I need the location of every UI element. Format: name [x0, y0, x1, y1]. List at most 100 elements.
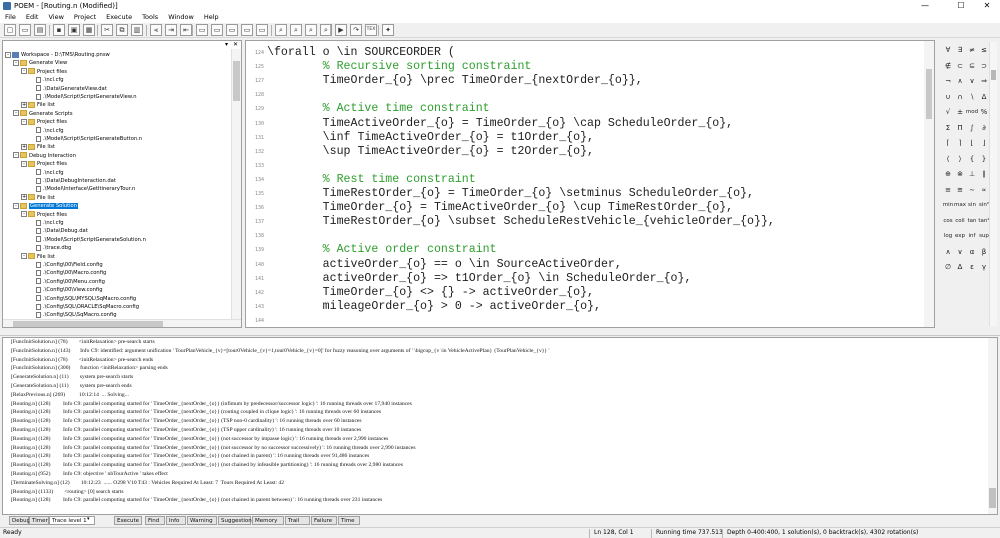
- code-line[interactable]: TimeOrder_{o} = TimeActiveOrder_{o} \cup…: [267, 201, 734, 214]
- menu-file[interactable]: File: [0, 12, 21, 23]
- tree-item[interactable]: .\ncl.cfg: [29, 127, 64, 135]
- tree-vertical-scrollbar[interactable]: [231, 49, 241, 319]
- tree-item[interactable]: .\Model\Script\ScriptGenerateView.n: [29, 93, 137, 101]
- code-line[interactable]: TimeActiveOrder_{o} = TimeOrder_{o} \cap…: [267, 117, 734, 130]
- output-tab-execute[interactable]: Execute: [114, 516, 142, 525]
- tree-item[interactable]: - Generate Scripts: [13, 110, 73, 118]
- run-icon[interactable]: ▶: [335, 24, 347, 36]
- copy-icon[interactable]: ⧉: [116, 24, 128, 36]
- scroll-thumb[interactable]: [13, 321, 163, 327]
- expand-icon[interactable]: +: [21, 194, 27, 201]
- tree-item[interactable]: .\trace.dbg: [29, 244, 71, 252]
- menu-view[interactable]: View: [43, 12, 68, 23]
- window-3-icon[interactable]: ▭: [226, 24, 238, 36]
- code-line[interactable]: \forall o \in SOURCEORDER (: [267, 46, 455, 59]
- step-icon[interactable]: ↷: [350, 24, 362, 36]
- output-tab-memory[interactable]: Memory: [252, 516, 284, 525]
- tree-item[interactable]: .\Data\DebugInteraction.dat: [29, 177, 116, 185]
- code-line[interactable]: TimeOrder_{o} \prec TimeOrder_{nextOrder…: [267, 74, 643, 87]
- collapse-icon[interactable]: -: [21, 253, 27, 260]
- tree-item[interactable]: - Debug Interaction: [13, 152, 76, 160]
- output-tab-info[interactable]: Info: [166, 516, 186, 525]
- tree-item[interactable]: - Project files: [21, 68, 67, 76]
- cut-icon[interactable]: ✂: [101, 24, 113, 36]
- scroll-thumb[interactable]: [989, 488, 996, 508]
- output-tab-find[interactable]: Find: [145, 516, 165, 525]
- code-comment-line[interactable]: % Recursive sorting constraint: [267, 60, 532, 73]
- align-left-icon[interactable]: ⫷: [150, 24, 162, 36]
- code-line[interactable]: TimeOrder_{o} <> {} -> activeOrder_{o},: [267, 286, 594, 299]
- menu-window[interactable]: Window: [163, 12, 199, 23]
- window-5-icon[interactable]: ▭: [256, 24, 268, 36]
- collapse-icon[interactable]: -: [13, 110, 19, 117]
- tree-close-icon[interactable]: ✕: [233, 41, 238, 48]
- code-line[interactable]: activeOrder_{o} => t1Order_{o} \in Sched…: [267, 272, 692, 285]
- console-scrollbar[interactable]: [988, 338, 997, 514]
- output-tab-debug[interactable]: Debug: [9, 516, 30, 525]
- window-1-icon[interactable]: ▭: [196, 24, 208, 36]
- tree-item[interactable]: .\Config\00\View.config: [29, 286, 103, 294]
- open-icon[interactable]: ▭: [19, 24, 31, 36]
- tree-item[interactable]: - Workspace - D:\TMS\Routing.pnsw: [5, 51, 110, 59]
- collapse-icon[interactable]: -: [13, 202, 19, 209]
- menu-tools[interactable]: Tools: [137, 12, 163, 23]
- new-icon[interactable]: ▢: [4, 24, 16, 36]
- tree-item[interactable]: .\Config\00\Field.config: [29, 261, 103, 269]
- find-icon[interactable]: ⌕: [275, 24, 287, 36]
- scroll-thumb[interactable]: [991, 70, 996, 80]
- code-line[interactable]: mileageOrder_{o} > 0 -> activeOrder_{o},: [267, 300, 601, 313]
- tree-item[interactable]: - Project files: [21, 118, 67, 126]
- save-icon[interactable]: ▪: [53, 24, 65, 36]
- open-folder-icon[interactable]: ▤: [34, 24, 46, 36]
- collapse-icon[interactable]: -: [21, 160, 27, 167]
- collapse-icon[interactable]: -: [21, 118, 27, 125]
- collapse-icon[interactable]: -: [21, 68, 27, 75]
- close-button[interactable]: ✕: [972, 0, 1000, 12]
- window-4-icon[interactable]: ▭: [241, 24, 253, 36]
- collapse-icon[interactable]: -: [13, 59, 19, 66]
- menu-project[interactable]: Project: [69, 12, 101, 23]
- symbol-scrollbar[interactable]: [989, 42, 997, 326]
- window-2-icon[interactable]: ▭: [211, 24, 223, 36]
- tree-item[interactable]: + File list: [21, 194, 55, 202]
- output-tab-time[interactable]: Time: [338, 516, 360, 525]
- tree-item[interactable]: + File list: [21, 101, 55, 109]
- tree-item[interactable]: - Generate Solution: [13, 202, 79, 210]
- output-console[interactable]: [2, 337, 998, 515]
- scroll-thumb[interactable]: [233, 61, 240, 101]
- output-tab-trail[interactable]: Trail: [285, 516, 310, 525]
- tree-item[interactable]: .\Config\00\Macro.config: [29, 269, 106, 277]
- code-line[interactable]: TimeRestOrder_{o} \subset ScheduleRestVe…: [267, 215, 775, 228]
- paste-icon[interactable]: ▥: [131, 24, 143, 36]
- find-next-icon[interactable]: ⌕: [290, 24, 302, 36]
- code-line[interactable]: TimeRestOrder_{o} = TimeOrder_{o} \setmi…: [267, 187, 754, 200]
- collapse-icon[interactable]: -: [5, 51, 11, 58]
- debug-icon[interactable]: ✦: [382, 24, 394, 36]
- menu-help[interactable]: Help: [199, 12, 224, 23]
- outdent-icon[interactable]: ⇤: [180, 24, 192, 36]
- tree-item[interactable]: .\ncl.cfg: [29, 219, 64, 227]
- expand-icon[interactable]: +: [21, 143, 27, 150]
- code-line[interactable]: \inf TimeActiveOrder_{o} = t1Order_{o},: [267, 131, 594, 144]
- tree-item[interactable]: .\Model\Script\ScriptGenerateSolution.n: [29, 236, 146, 244]
- tree-item[interactable]: .\Config\SQL\MYSQL\SqMacro.config: [29, 295, 136, 303]
- tree-item[interactable]: .\Model\Script\ScriptGenerateButton.n: [29, 135, 142, 143]
- chevron-down-icon[interactable]: ▾: [87, 516, 90, 522]
- print-icon[interactable]: ▦: [83, 24, 95, 36]
- editor-vertical-scrollbar[interactable]: [924, 41, 934, 327]
- tree-item[interactable]: + File list: [21, 143, 55, 151]
- tree-pin-icon[interactable]: ▾: [225, 41, 228, 48]
- expand-icon[interactable]: +: [21, 101, 27, 108]
- minimize-button[interactable]: —: [910, 0, 940, 12]
- tree-item[interactable]: - Project files: [21, 160, 67, 168]
- tree-item[interactable]: .\Data\GenerateView.dat: [29, 85, 107, 93]
- tree-item[interactable]: - Project files: [21, 211, 67, 219]
- collapse-icon[interactable]: -: [21, 211, 27, 218]
- code-comment-line[interactable]: % Active time constraint: [267, 102, 490, 115]
- output-tab-failure[interactable]: Failure: [311, 516, 337, 525]
- tree-horizontal-scrollbar[interactable]: [3, 319, 241, 327]
- output-tab-suggestion[interactable]: Suggestion: [218, 516, 252, 525]
- code-line[interactable]: \sup TimeActiveOrder_{o} = t2Order_{o},: [267, 145, 594, 158]
- menu-execute[interactable]: Execute: [101, 12, 137, 23]
- indent-icon[interactable]: ⇥: [165, 24, 177, 36]
